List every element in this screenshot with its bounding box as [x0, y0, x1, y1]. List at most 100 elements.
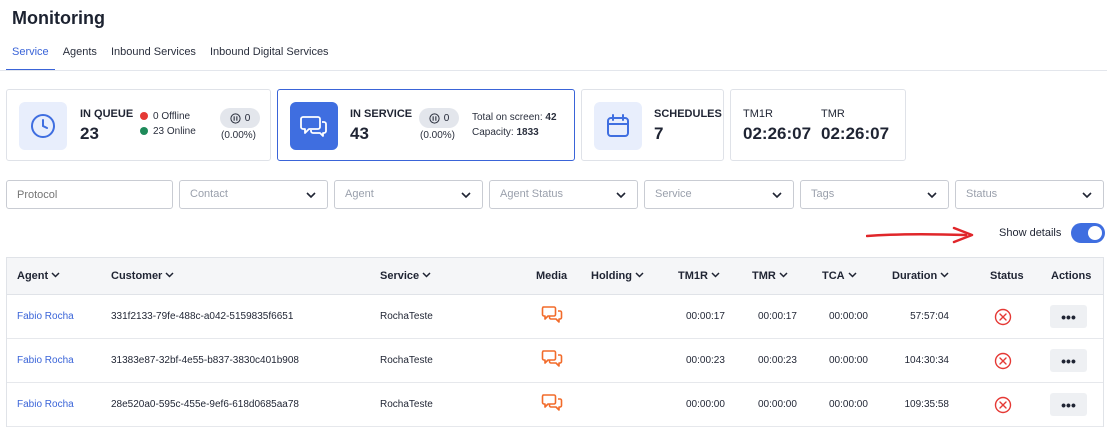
- clock-icon: [19, 102, 67, 150]
- duration-value: 109:35:58: [904, 399, 950, 410]
- agent-status-select[interactable]: Agent Status: [489, 180, 638, 209]
- chevron-down-icon: [306, 192, 316, 199]
- schedules-value: 7: [654, 124, 664, 143]
- schedules-card[interactable]: SCHEDULES 7: [581, 89, 724, 161]
- table-row[interactable]: Fabio Rocha 28e520a0-595c-455e-9ef6-618d…: [7, 383, 1103, 427]
- tca-value: 00:00:00: [829, 355, 868, 366]
- status-header: Status: [990, 270, 1024, 282]
- sort-tm1r[interactable]: TM1R: [678, 270, 720, 282]
- sort-service[interactable]: Service: [380, 270, 431, 282]
- tabs-divider: [0, 70, 1107, 71]
- tab-bar: Service Agents Inbound Services Inbound …: [6, 44, 337, 71]
- tab-service[interactable]: Service: [6, 44, 55, 71]
- pause-icon: [230, 112, 241, 124]
- chat-bubbles-icon: [541, 306, 563, 323]
- pause-icon: [429, 112, 440, 124]
- contact-select[interactable]: Contact: [179, 180, 328, 209]
- chevron-down-icon: [779, 272, 788, 278]
- tca-value: 00:00:00: [829, 399, 868, 410]
- tab-agents[interactable]: Agents: [57, 44, 103, 71]
- actions-header: Actions: [1051, 270, 1092, 282]
- in-queue-label: IN QUEUE: [80, 108, 134, 120]
- tm1r-value: 00:00:23: [686, 355, 725, 366]
- service-name: RochaTeste: [380, 399, 433, 410]
- chevron-down-icon: [51, 272, 60, 278]
- close-circle-icon: [994, 396, 1012, 414]
- service-table: Agent Customer Service Media Holding TM1…: [6, 257, 1104, 427]
- agent-link[interactable]: Fabio Rocha: [17, 399, 74, 410]
- tab-inbound-services[interactable]: Inbound Services: [105, 44, 202, 71]
- row-actions-button[interactable]: •••: [1050, 393, 1087, 416]
- tca-value: 00:00:00: [829, 311, 868, 322]
- offline-count: 0 Offline: [140, 111, 190, 122]
- customer-id: 331f2133-79fe-488c-a042-5159835f6651: [111, 311, 294, 322]
- chevron-down-icon: [422, 272, 431, 278]
- close-circle-icon: [994, 308, 1012, 326]
- table-row[interactable]: Fabio Rocha 31383e87-32bf-4e55-b837-3830…: [7, 339, 1103, 383]
- tm1r-value: 00:00:00: [686, 399, 725, 410]
- table-header: Agent Customer Service Media Holding TM1…: [7, 258, 1103, 295]
- page-title: Monitoring: [12, 8, 105, 28]
- total-on-screen: Total on screen: 42: [472, 112, 557, 123]
- online-count: 23 Online: [140, 126, 196, 137]
- paused-badge: 0: [220, 108, 260, 128]
- online-dot-icon: [140, 127, 148, 135]
- tmr-value: 00:00:23: [758, 355, 797, 366]
- sort-duration[interactable]: Duration: [892, 270, 949, 282]
- tmr-value: 02:26:07: [821, 124, 890, 143]
- row-actions-button[interactable]: •••: [1050, 305, 1087, 328]
- duration-value: 104:30:34: [904, 355, 950, 366]
- status-select[interactable]: Status: [955, 180, 1104, 209]
- schedules-label: SCHEDULES: [654, 108, 722, 120]
- service-name: RochaTeste: [380, 355, 433, 366]
- tmr-label: TMR: [821, 108, 845, 120]
- tags-select[interactable]: Tags: [800, 180, 949, 209]
- chat-bubbles-icon: [541, 394, 563, 411]
- chevron-down-icon: [1082, 192, 1092, 199]
- tmr-value: 00:00:00: [758, 399, 797, 410]
- sort-customer[interactable]: Customer: [111, 270, 174, 282]
- customer-id: 31383e87-32bf-4e55-b837-3830c401b908: [111, 355, 299, 366]
- chevron-down-icon: [940, 272, 949, 278]
- show-details-toggle[interactable]: [1071, 223, 1105, 243]
- offline-dot-icon: [140, 112, 148, 120]
- agent-link[interactable]: Fabio Rocha: [17, 311, 74, 322]
- chevron-down-icon: [616, 192, 626, 199]
- in-service-label: IN SERVICE: [350, 108, 413, 120]
- chevron-down-icon: [165, 272, 174, 278]
- sort-tca[interactable]: TCA: [822, 270, 857, 282]
- tm1r-value: 02:26:07: [743, 124, 812, 143]
- chevron-down-icon: [927, 192, 937, 199]
- tm1r-value: 00:00:17: [686, 311, 725, 322]
- customer-id: 28e520a0-595c-455e-9ef6-618d0685aa78: [111, 399, 299, 410]
- sort-agent[interactable]: Agent: [17, 270, 60, 282]
- row-actions-button[interactable]: •••: [1050, 349, 1087, 372]
- service-select[interactable]: Service: [644, 180, 794, 209]
- protocol-input[interactable]: [6, 180, 173, 209]
- tab-inbound-digital-services[interactable]: Inbound Digital Services: [204, 44, 335, 71]
- in-service-card[interactable]: IN SERVICE 43 0 (0.00%) Total on screen:…: [277, 89, 575, 161]
- chevron-down-icon: [635, 272, 644, 278]
- paused-badge: 0: [419, 108, 459, 128]
- chat-bubbles-icon: [290, 102, 338, 150]
- capacity: Capacity: 1833: [472, 127, 539, 138]
- chevron-down-icon: [461, 192, 471, 199]
- in-queue-card[interactable]: IN QUEUE 23 0 Offline 23 Online 0 (0.00%…: [6, 89, 271, 161]
- sort-holding[interactable]: Holding: [591, 270, 644, 282]
- response-time-card: TM1R 02:26:07 TMR 02:26:07: [730, 89, 906, 161]
- duration-value: 57:57:04: [910, 311, 949, 322]
- paused-percentage: (0.00%): [221, 130, 257, 141]
- show-details-label: Show details: [999, 227, 1062, 239]
- toggle-knob: [1088, 226, 1102, 240]
- sort-tmr[interactable]: TMR: [752, 270, 788, 282]
- tmr-value: 00:00:17: [758, 311, 797, 322]
- calendar-icon: [594, 102, 642, 150]
- agent-link[interactable]: Fabio Rocha: [17, 355, 74, 366]
- table-row[interactable]: Fabio Rocha 331f2133-79fe-488c-a042-5159…: [7, 295, 1103, 339]
- chat-bubbles-icon: [541, 350, 563, 367]
- paused-percentage: (0.00%): [420, 130, 456, 141]
- annotation-arrow-icon: [866, 226, 974, 244]
- agent-select[interactable]: Agent: [334, 180, 483, 209]
- service-name: RochaTeste: [380, 311, 433, 322]
- in-service-value: 43: [350, 124, 369, 143]
